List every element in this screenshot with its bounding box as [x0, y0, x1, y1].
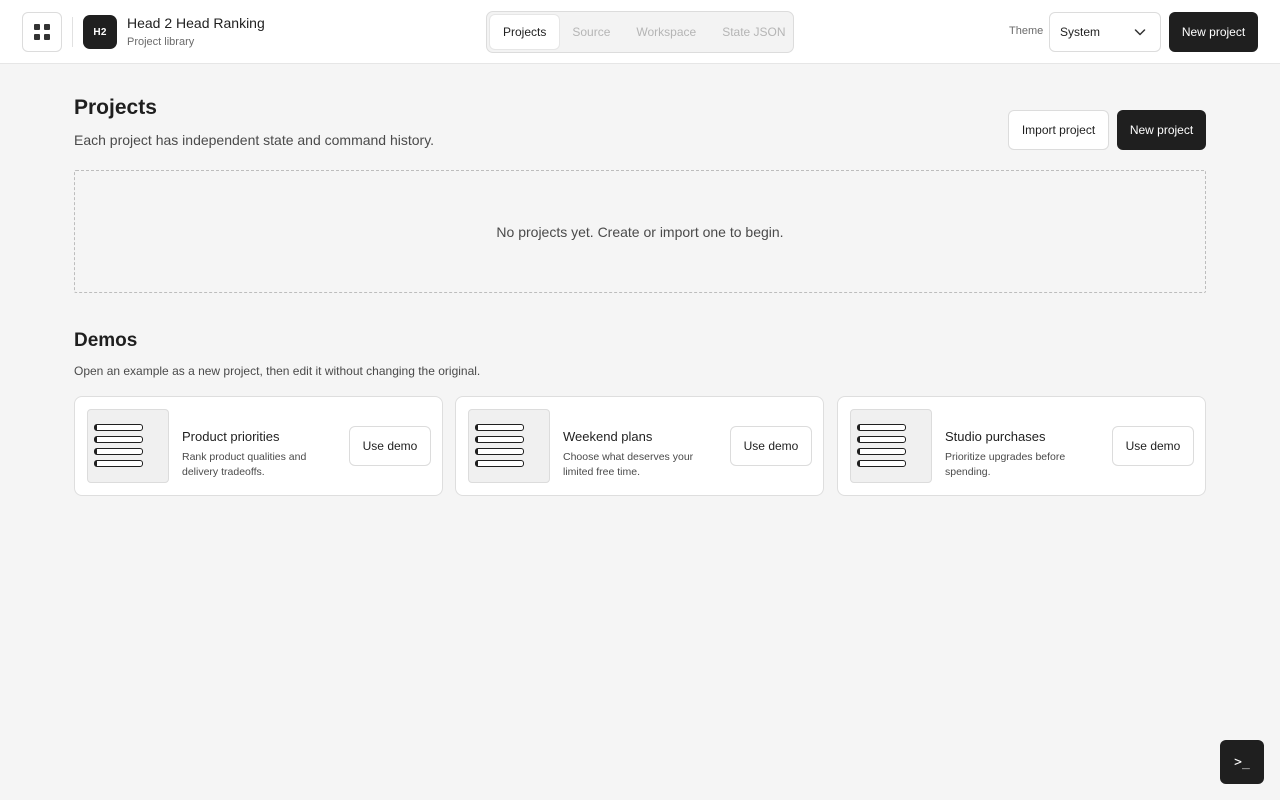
grid-icon	[34, 24, 50, 40]
demos-heading: Demos	[74, 330, 138, 351]
chevron-down-icon	[1134, 29, 1146, 36]
tab-workspace[interactable]: Workspace	[623, 15, 709, 49]
app-menu-button[interactable]	[22, 12, 62, 52]
demo-description: Rank product qualities and delivery trad…	[182, 451, 307, 478]
new-project-button[interactable]: New project	[1117, 110, 1206, 150]
empty-state-text: No projects yet. Create or import one to…	[496, 223, 784, 240]
demo-card-studio-purchases: Studio purchases Prioritize upgrades bef…	[837, 396, 1206, 496]
projects-description: Each project has independent state and c…	[74, 132, 435, 148]
terminal-button[interactable]: >_	[1220, 740, 1264, 784]
demo-title: Product priorities	[182, 429, 280, 444]
projects-heading: Projects	[74, 96, 157, 119]
top-bar: H2 Head 2 Head Ranking Project library P…	[0, 0, 1280, 64]
demo-card-product-priorities: Product priorities Rank product qualitie…	[74, 396, 443, 496]
demos-description: Open an example as a new project, then e…	[74, 364, 481, 378]
main-tabs: Projects Source Workspace State JSON	[486, 11, 794, 53]
import-project-button[interactable]: Import project	[1008, 110, 1109, 150]
demo-title: Weekend plans	[563, 429, 653, 444]
tab-source[interactable]: Source	[559, 15, 623, 49]
projects-empty-state: No projects yet. Create or import one to…	[74, 170, 1206, 293]
tab-projects[interactable]: Projects	[490, 15, 560, 49]
use-demo-button[interactable]: Use demo	[730, 426, 812, 466]
app-title: Head 2 Head Ranking	[127, 15, 265, 31]
app-subtitle: Project library	[127, 36, 195, 48]
new-project-header-button[interactable]: New project	[1169, 12, 1258, 52]
use-demo-button[interactable]: Use demo	[349, 426, 431, 466]
demo-title: Studio purchases	[945, 429, 1046, 444]
demo-description: Prioritize upgrades before spending.	[945, 451, 1066, 478]
tab-state-json[interactable]: State JSON	[709, 15, 798, 49]
list-thumbnail-icon	[850, 409, 932, 483]
theme-label: Theme	[1009, 25, 1044, 37]
demo-description: Choose what deserves your limited free t…	[563, 451, 694, 478]
app-logo: H2	[83, 15, 117, 49]
theme-select-value: System	[1060, 25, 1101, 39]
list-thumbnail-icon	[87, 409, 169, 483]
use-demo-button[interactable]: Use demo	[1112, 426, 1194, 466]
theme-select[interactable]: System	[1049, 12, 1161, 52]
demo-card-weekend-plans: Weekend plans Choose what deserves your …	[455, 396, 824, 496]
header-divider	[72, 17, 73, 47]
list-thumbnail-icon	[468, 409, 550, 483]
